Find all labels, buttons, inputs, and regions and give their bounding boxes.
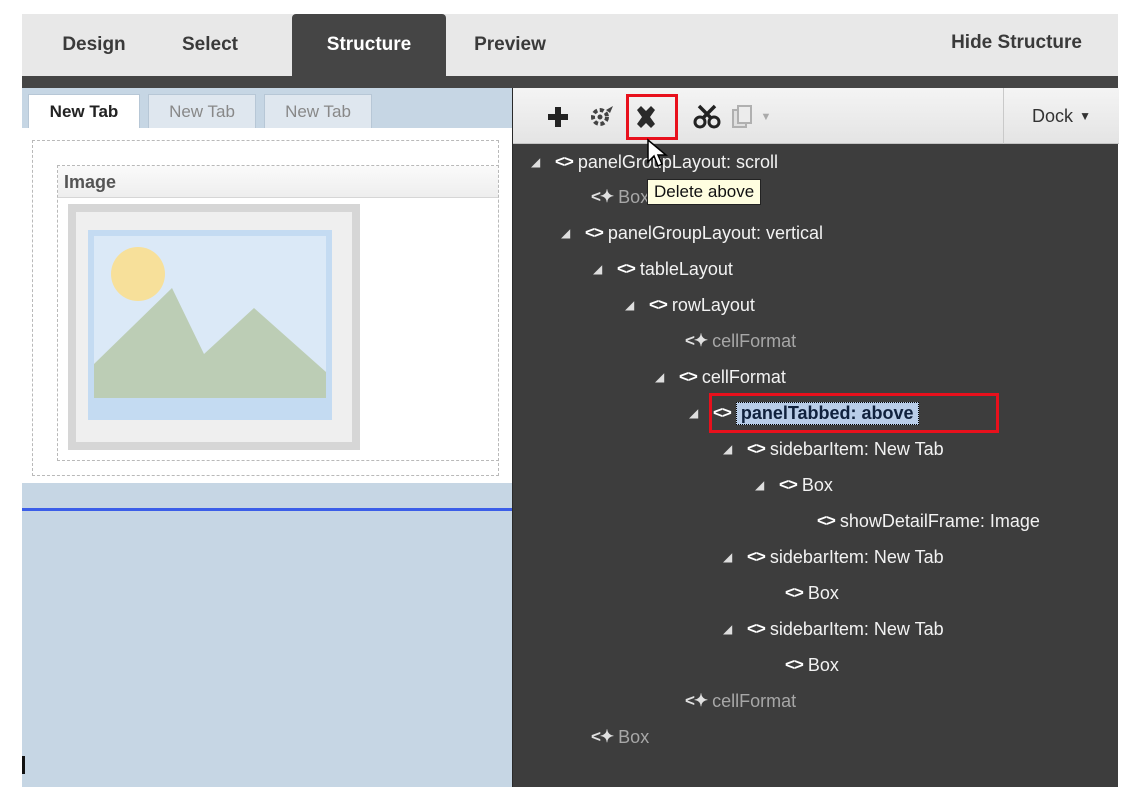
tree-node[interactable]: <> Box	[785, 648, 839, 682]
component-icon: <>	[747, 547, 766, 566]
tree-node[interactable]: <✦ cellFormat	[685, 324, 796, 358]
show-detail-frame[interactable]: Image	[57, 165, 499, 461]
panel-tabbed-tabs: New Tab New Tab New Tab	[22, 88, 512, 132]
panel-body: Image	[32, 140, 499, 476]
tree-node[interactable]: ◢ <> tableLayout	[593, 252, 733, 286]
component-icon: <>	[747, 619, 766, 638]
tree-node[interactable]: ◢ <> sidebarItem: New Tab	[723, 612, 944, 646]
panel-tab-3[interactable]: New Tab	[264, 94, 372, 128]
delete-tooltip: Delete above	[647, 179, 762, 205]
tree-node[interactable]: <✦ cellFormat	[685, 684, 796, 718]
expand-triangle-icon[interactable]: ◢	[755, 478, 773, 492]
facet-icon: <✦	[685, 331, 708, 350]
expand-triangle-icon[interactable]: ◢	[655, 370, 673, 384]
structure-tree: ◢ <> panelGroupLayout: scroll <✦ Box ◢ <> pan…	[513, 144, 1119, 787]
design-canvas: New Tab New Tab New Tab Image	[22, 88, 512, 787]
hide-structure-button[interactable]: Hide Structure	[951, 14, 1082, 72]
expand-triangle-icon[interactable]: ◢	[561, 226, 579, 240]
component-icon: <>	[747, 439, 766, 458]
expand-triangle-icon[interactable]: ◢	[625, 298, 643, 312]
top-tab-bar: Design Select Structure Preview Hide Str…	[22, 14, 1118, 76]
tab-preview[interactable]: Preview	[460, 14, 560, 76]
tree-node[interactable]: ◢ <> panelGroupLayout: vertical	[561, 216, 823, 250]
component-icon: <>	[649, 295, 668, 314]
image-placeholder	[68, 204, 360, 450]
component-icon: <>	[779, 475, 798, 494]
structure-pane: ▼ Dock ▼ ◢ <> panelGroupLayout: scroll <✦ B…	[512, 88, 1119, 787]
expand-triangle-icon[interactable]: ◢	[531, 155, 549, 169]
tree-node[interactable]: ◢ <> Box	[755, 468, 833, 502]
component-icon: <>	[785, 655, 804, 674]
tree-node[interactable]: <> showDetailFrame: Image	[817, 504, 1040, 538]
add-icon[interactable]	[543, 100, 573, 134]
tree-node[interactable]: ◢ <> sidebarItem: New Tab	[723, 540, 944, 574]
dock-label: Dock	[1032, 105, 1074, 126]
facet-icon: <✦	[591, 727, 614, 746]
expand-triangle-icon[interactable]: ◢	[723, 622, 741, 636]
component-icon: <>	[817, 511, 836, 530]
expand-triangle-icon[interactable]: ◢	[723, 442, 741, 456]
component-icon: <>	[585, 223, 604, 242]
tab-select[interactable]: Select	[156, 14, 264, 76]
panel-tab-2[interactable]: New Tab	[148, 94, 256, 128]
expand-triangle-icon[interactable]: ◢	[689, 406, 707, 420]
tab-structure[interactable]: Structure	[292, 14, 446, 76]
delete-highlight-box	[626, 94, 678, 140]
component-icon: <>	[555, 152, 574, 171]
panel-tab-content: Image	[22, 128, 512, 483]
component-icon: <>	[785, 583, 804, 602]
component-icon: <>	[617, 259, 636, 278]
gear-icon[interactable]	[587, 100, 617, 134]
text-cursor-mark	[22, 756, 25, 774]
selection-highlight-box	[709, 393, 999, 433]
tab-design[interactable]: Design	[40, 14, 148, 76]
cut-icon[interactable]	[691, 100, 723, 134]
facet-icon: <✦	[685, 691, 708, 710]
expand-triangle-icon[interactable]: ◢	[723, 550, 741, 564]
structure-toolbar: ▼ Dock ▼	[513, 88, 1119, 144]
tree-node[interactable]: ◢ <> sidebarItem: New Tab	[723, 432, 944, 466]
component-icon: <>	[679, 367, 698, 386]
frame-title: Image	[58, 166, 498, 198]
copy-icon[interactable]	[729, 100, 755, 134]
facet-icon: <✦	[591, 187, 614, 206]
mouse-pointer-icon	[646, 138, 669, 175]
tree-node[interactable]: <✦ Box	[591, 720, 649, 754]
tree-node[interactable]: ◢ <> rowLayout	[625, 288, 755, 322]
tree-node[interactable]: <> Box	[785, 576, 839, 610]
panel-tab-1[interactable]: New Tab	[28, 94, 140, 132]
chevron-down-icon: ▼	[1079, 109, 1091, 123]
copy-menu-chevron-icon[interactable]: ▼	[759, 100, 773, 134]
tree-node[interactable]: ◢ <> cellFormat	[655, 360, 786, 394]
drop-indicator-line	[22, 508, 512, 511]
tab-strip-divider	[22, 76, 1118, 88]
dock-button[interactable]: Dock ▼	[1003, 88, 1119, 144]
tree-node[interactable]: <✦ Box	[591, 180, 649, 214]
expand-triangle-icon[interactable]: ◢	[593, 262, 611, 276]
